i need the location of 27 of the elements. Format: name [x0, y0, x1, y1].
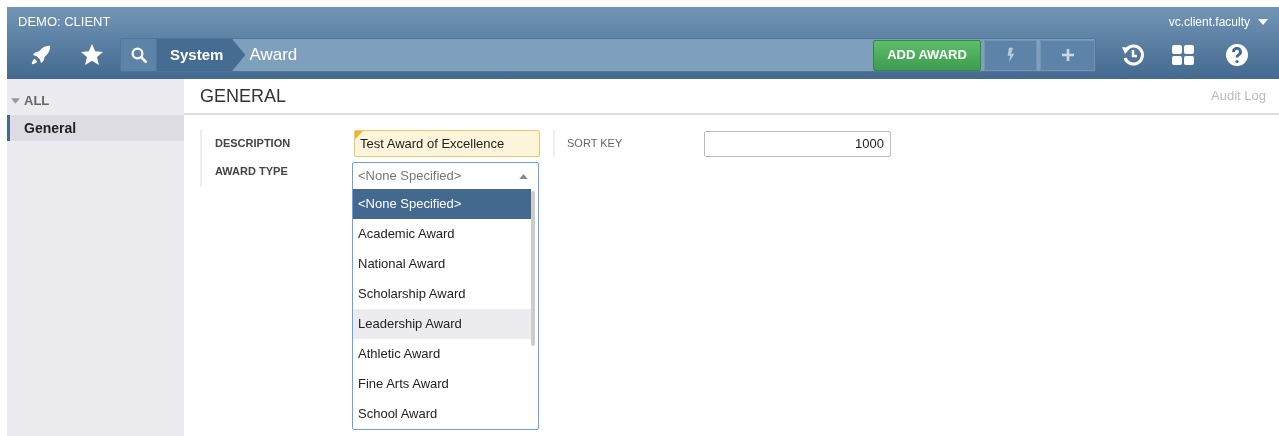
caret-icon: [1258, 19, 1268, 25]
dropdown-option[interactable]: <None Specified>: [353, 189, 531, 219]
field-label: SORT KEY: [567, 136, 624, 152]
rocket-icon[interactable]: [30, 44, 52, 66]
field-label: AWARD TYPE: [215, 164, 289, 179]
sidebar-item[interactable]: General: [7, 115, 184, 141]
required-marker-icon: [355, 131, 363, 139]
search-icon[interactable]: [121, 39, 157, 71]
description-field[interactable]: Test Award of Excellence: [354, 130, 540, 157]
breadcrumb-link[interactable]: System: [157, 39, 246, 71]
breadcrumb-current: Award: [249, 44, 298, 67]
user-menu[interactable]: vc.client.faculty: [1168, 13, 1268, 31]
grid-icon[interactable]: [1171, 43, 1195, 67]
history-icon[interactable]: [1121, 43, 1145, 67]
sort-key-field[interactable]: 1000: [704, 130, 891, 157]
caret-icon: [11, 98, 20, 104]
star-icon[interactable]: [80, 43, 104, 67]
caret-icon: [519, 173, 528, 179]
scrollbar[interactable]: [531, 191, 535, 346]
plus-icon[interactable]: [1040, 39, 1095, 71]
award-type-select[interactable]: <None Specified>: [353, 163, 538, 189]
field-label: DESCRIPTION: [215, 136, 292, 152]
dropdown-option[interactable]: Leadership Award: [353, 309, 531, 339]
help-icon[interactable]: [1225, 43, 1249, 67]
tree-group[interactable]: ALL: [7, 93, 50, 109]
section-title: GENERAL: [200, 84, 287, 108]
app-title: DEMO: CLIENT: [18, 13, 111, 32]
